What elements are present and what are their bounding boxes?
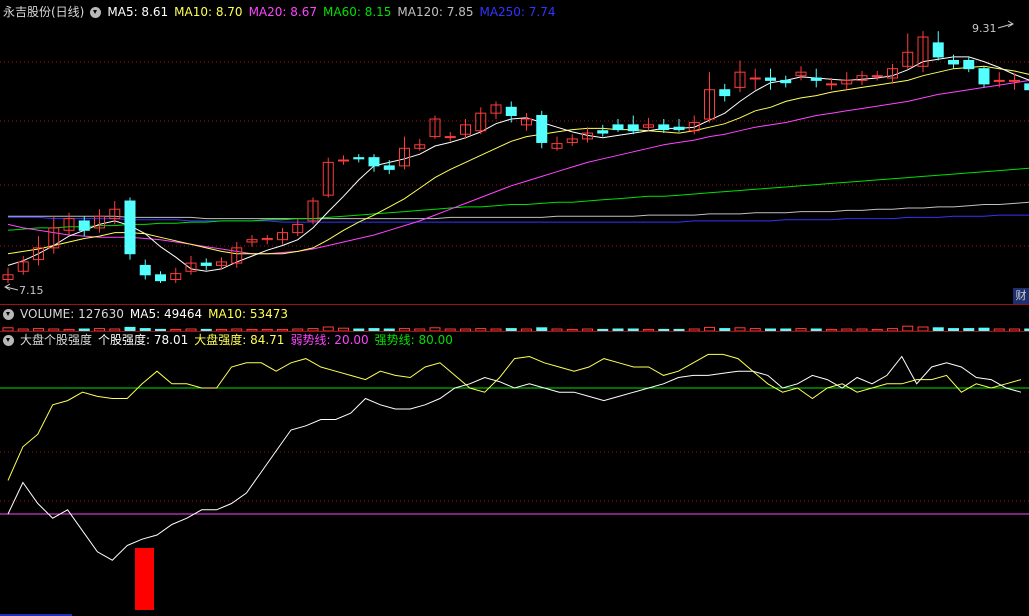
candle [719,89,731,97]
candle [948,59,959,65]
high-arrow-icon [997,20,1014,29]
ma20-line [7,80,1029,255]
candle [200,262,212,266]
candle [139,264,151,276]
low-arrow-icon [4,283,19,291]
ma250-line [8,214,1029,223]
finance-button[interactable]: 财 [1013,288,1029,304]
candle [1024,83,1029,91]
candle [597,130,609,134]
volume-settings-icon[interactable] [3,309,14,320]
volume-value: VOLUME: 127630 [20,307,124,321]
candle [612,124,624,131]
candle [749,77,761,80]
candle [780,79,792,84]
market-strength-line [7,353,1022,481]
stock-strength-line [7,355,1022,561]
candle [963,59,975,70]
ma10-line [7,65,1029,255]
candle [658,124,670,131]
candle [993,79,1005,82]
volume-ma10: MA10: 53473 [208,307,289,321]
volume-header: VOLUME: 127630 MA5: 49464 MA10: 53473 [0,305,294,323]
ma120-line [8,201,1029,220]
candle [826,83,837,86]
candle [155,274,166,282]
candle [932,42,944,58]
candle [978,68,990,85]
candle [810,77,822,81]
candle [673,126,685,131]
candle [368,157,380,167]
candle [338,159,349,162]
high-price-label: 9.31 [972,22,997,35]
candle [765,77,776,81]
candle [124,200,136,255]
price-chart[interactable]: 9.31 7.15 [0,0,1029,305]
signal-bar [135,548,154,610]
candle [871,75,883,78]
candle [383,165,395,170]
candle [444,136,456,139]
strength-indicator-chart[interactable] [0,332,1029,616]
ma5-line [7,56,1029,272]
candle [353,157,365,160]
candle [78,220,90,231]
volume-ma5: MA5: 49464 [129,307,203,321]
candle [536,115,548,143]
low-price-label: 7.15 [19,284,44,297]
ma60-line [7,167,1029,231]
candle [627,124,639,132]
candle [1009,79,1020,82]
candle [505,106,517,117]
